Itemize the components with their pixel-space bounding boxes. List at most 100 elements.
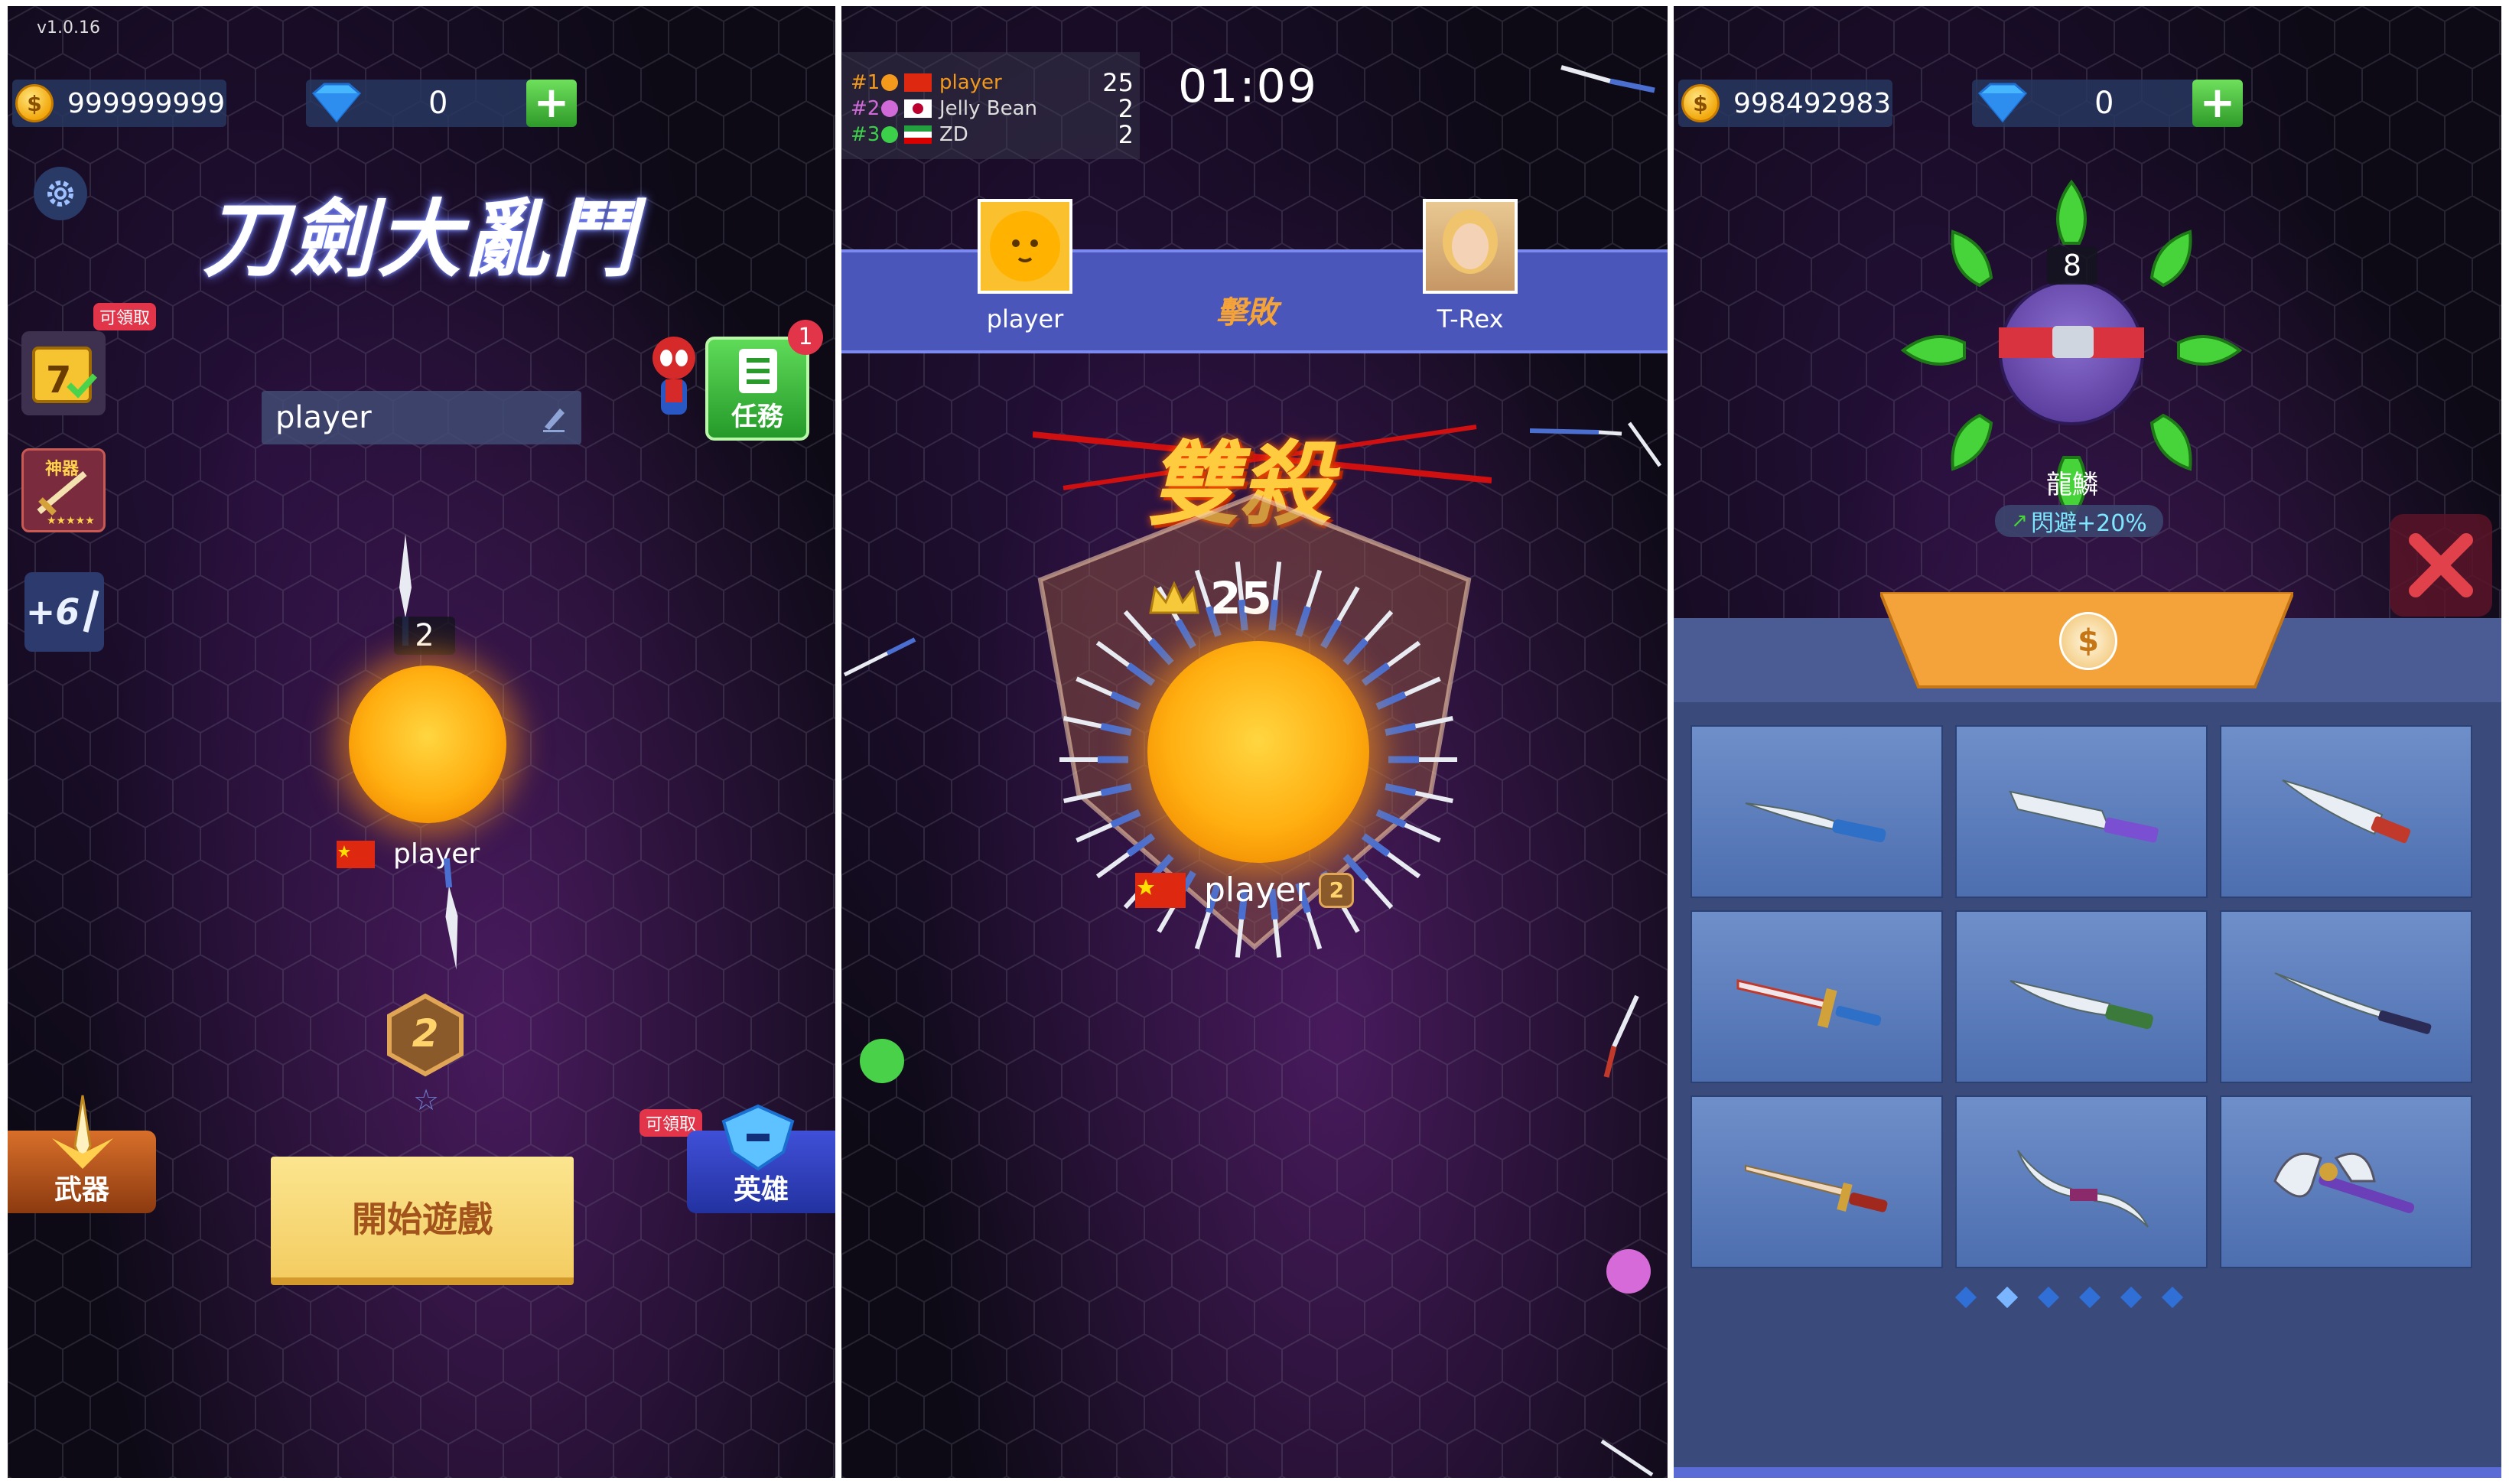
coin-icon: $ [15, 84, 54, 122]
page-dot[interactable] [2078, 1286, 2101, 1309]
flying-knife [1560, 65, 1655, 93]
enemy-player-dot [1606, 1249, 1651, 1294]
gear-icon [47, 181, 73, 207]
knife-handle [1375, 691, 1407, 710]
start-game-button[interactable]: 開始遊戲 [271, 1157, 574, 1285]
page-dot-active[interactable] [1996, 1286, 2019, 1309]
knife-blade [1076, 676, 1113, 697]
weapon-card[interactable] [1691, 910, 1943, 1083]
add-gems-button[interactable]: + [526, 80, 577, 127]
add-gems-button[interactable]: + [2192, 80, 2243, 127]
hero-avatar [1999, 280, 2144, 425]
hero-bonus-tag: ↗ 閃避+20% [1995, 505, 2163, 537]
knife-blade [1235, 919, 1245, 958]
hero-button[interactable]: 英雄 [687, 1104, 835, 1213]
artifact-label: 神器 [45, 460, 80, 479]
score-tag: 25 [1147, 572, 1272, 624]
kill-action-label: 擊敗 [1216, 295, 1277, 330]
tanto-icon [2009, 790, 2159, 843]
leaderboard: #1 player 25 #2 Jelly Bean 2 #3 ZD 2 [841, 52, 1140, 159]
player-color-dot [881, 100, 898, 117]
china-flag-icon [337, 840, 375, 868]
settings-button[interactable] [34, 167, 87, 220]
shop-bottom-edge [1674, 1467, 2501, 1478]
victim-name: T-Rex [1437, 304, 1504, 334]
knife-handle [1385, 783, 1417, 797]
leaderboard-row: #1 player 25 [851, 68, 1134, 97]
page-dot[interactable] [2120, 1286, 2143, 1309]
hero-name: 龍鱗 [2046, 470, 2098, 500]
knife-blade [1194, 911, 1211, 950]
knife-blade [1076, 822, 1113, 843]
leaderboard-row: #2 Jelly Bean 2 [851, 94, 1134, 123]
coin-icon: $ [1681, 84, 1720, 122]
china-flag-icon [904, 73, 932, 92]
rank-badge: 2 [385, 993, 466, 1080]
knife-blade [1364, 610, 1394, 642]
daily-checkin-button[interactable]: 7 [21, 331, 106, 415]
hero-knife-count: 8 [2047, 246, 2097, 285]
gem-amount: 0 [428, 86, 448, 121]
weapon-card[interactable] [1691, 725, 1943, 898]
bonus-knife-button[interactable]: +6 [24, 572, 104, 652]
page-dot[interactable] [1954, 1286, 1977, 1309]
spider-hero-avatar [652, 337, 695, 415]
knife-handle [1385, 722, 1417, 737]
knife-handle [1148, 637, 1174, 666]
close-button[interactable] [2390, 514, 2492, 617]
page-dot[interactable] [2161, 1286, 2184, 1309]
knife-blade [1336, 586, 1360, 622]
hero-bonus-value: 閃避+20% [2030, 510, 2147, 537]
knife-blade [1404, 822, 1441, 843]
player-color-dot [881, 74, 898, 91]
leaderboard-row: #3 ZD 2 [851, 120, 1134, 149]
page-dot[interactable] [2037, 1286, 2060, 1309]
weapon-card[interactable] [1955, 1095, 2208, 1268]
weapon-card[interactable] [2220, 910, 2472, 1083]
battle-axe-icon [2273, 1152, 2415, 1213]
gem-display: 0 [306, 80, 535, 127]
knife-blade [1404, 676, 1441, 697]
star-icon: ☆ [413, 1083, 440, 1117]
flying-knife [843, 637, 916, 677]
knife-blade [1306, 911, 1323, 950]
killer-avatar [978, 199, 1072, 294]
knife-count-badge: 2 [394, 617, 455, 655]
player-name-value: player [275, 400, 372, 435]
player-name-field[interactable]: player [262, 391, 581, 444]
knife-handle [1375, 809, 1407, 828]
edit-pencil-icon[interactable] [539, 402, 569, 433]
battle-screen: #1 player 25 #2 Jelly Bean 2 #3 ZD 2 01:… [841, 6, 1668, 1478]
dodge-icon: ↗ [2011, 509, 2028, 532]
rank-number: 2 [412, 1011, 439, 1056]
weapon-button[interactable]: 武器 [8, 1095, 156, 1213]
victim-portrait [1443, 210, 1498, 274]
weapon-shop-screen: $ 998492983 0 + 8 龍鱗 ↗ 閃避+20% $ [1674, 6, 2501, 1478]
weapon-card[interactable] [1955, 910, 2208, 1083]
knife-blade [1272, 919, 1282, 958]
knife-handle [1268, 599, 1279, 631]
mission-button[interactable]: 任務 [705, 337, 809, 441]
weapon-card[interactable] [2220, 725, 2472, 898]
knife-blade [1387, 852, 1421, 879]
coin-display: $ 999999999 [12, 80, 226, 127]
knife-blade [1387, 640, 1421, 667]
artifact-button[interactable]: 神器 ★★★★★ [21, 448, 106, 532]
weapon-card[interactable] [1955, 725, 2208, 898]
knife-handle [1295, 605, 1312, 637]
weapon-card[interactable] [1691, 1095, 1943, 1268]
gem-amount: 0 [2094, 86, 2114, 121]
lobby-screen: v1.0.16 $ 999999999 0 + 刀劍大亂鬥 7 可領取 神器 ★… [8, 6, 835, 1478]
flying-knife [1600, 1439, 1654, 1477]
gem-display: 0 [1972, 80, 2201, 127]
cleaver-knife-icon [2282, 779, 2411, 844]
knife-handle [1110, 691, 1141, 710]
version-label: v1.0.16 [37, 18, 100, 37]
hero-label: 英雄 [733, 1174, 789, 1206]
knife-handle [1175, 618, 1196, 649]
mission-count-badge: 1 [788, 320, 823, 355]
knife-handle [1320, 618, 1342, 649]
dagger-icon [1745, 1164, 1888, 1212]
crown-icon [1149, 581, 1199, 614]
weapon-card[interactable] [2220, 1095, 2472, 1268]
